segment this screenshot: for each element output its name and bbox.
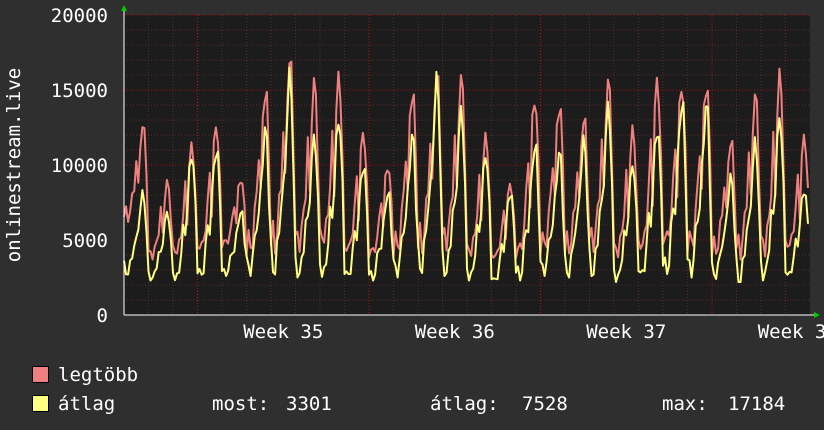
stat-atlag-value: 7528 — [522, 393, 568, 415]
legend-swatch-atlag — [32, 395, 49, 412]
rrd-graph: 0 5000 10000 15000 20000 Week 35 Week 36 Week 3… — [0, 0, 824, 430]
stat-max-label: max: — [662, 393, 708, 415]
x-tick-label: Week 35 — [243, 321, 323, 343]
x-tick-label: Week 37 — [586, 321, 666, 343]
y-tick-label: 20000 — [51, 5, 108, 27]
y-tick-label: 0 — [97, 305, 108, 327]
y-tick-label: 10000 — [51, 155, 108, 177]
y-tick-label: 5000 — [62, 230, 108, 252]
x-axis-arrow — [814, 312, 820, 318]
x-tick-label: Week 36 — [415, 321, 495, 343]
stat-max-value: 17184 — [728, 393, 786, 415]
legend-label-atlag: átlag — [58, 393, 116, 415]
legend-swatch-legtobb — [32, 366, 49, 383]
y-tick-label: 15000 — [51, 80, 108, 102]
y-axis-arrow — [121, 5, 127, 11]
y-axis-label: onlinestream.live — [3, 68, 25, 262]
stat-most-label: most: — [212, 393, 270, 415]
stat-atlag-label: átlag: — [430, 393, 499, 415]
legend-label-legtobb: legtöbb — [58, 364, 139, 386]
stat-most-value: 3301 — [286, 393, 332, 415]
x-tick-label: Week 38 — [758, 321, 824, 343]
